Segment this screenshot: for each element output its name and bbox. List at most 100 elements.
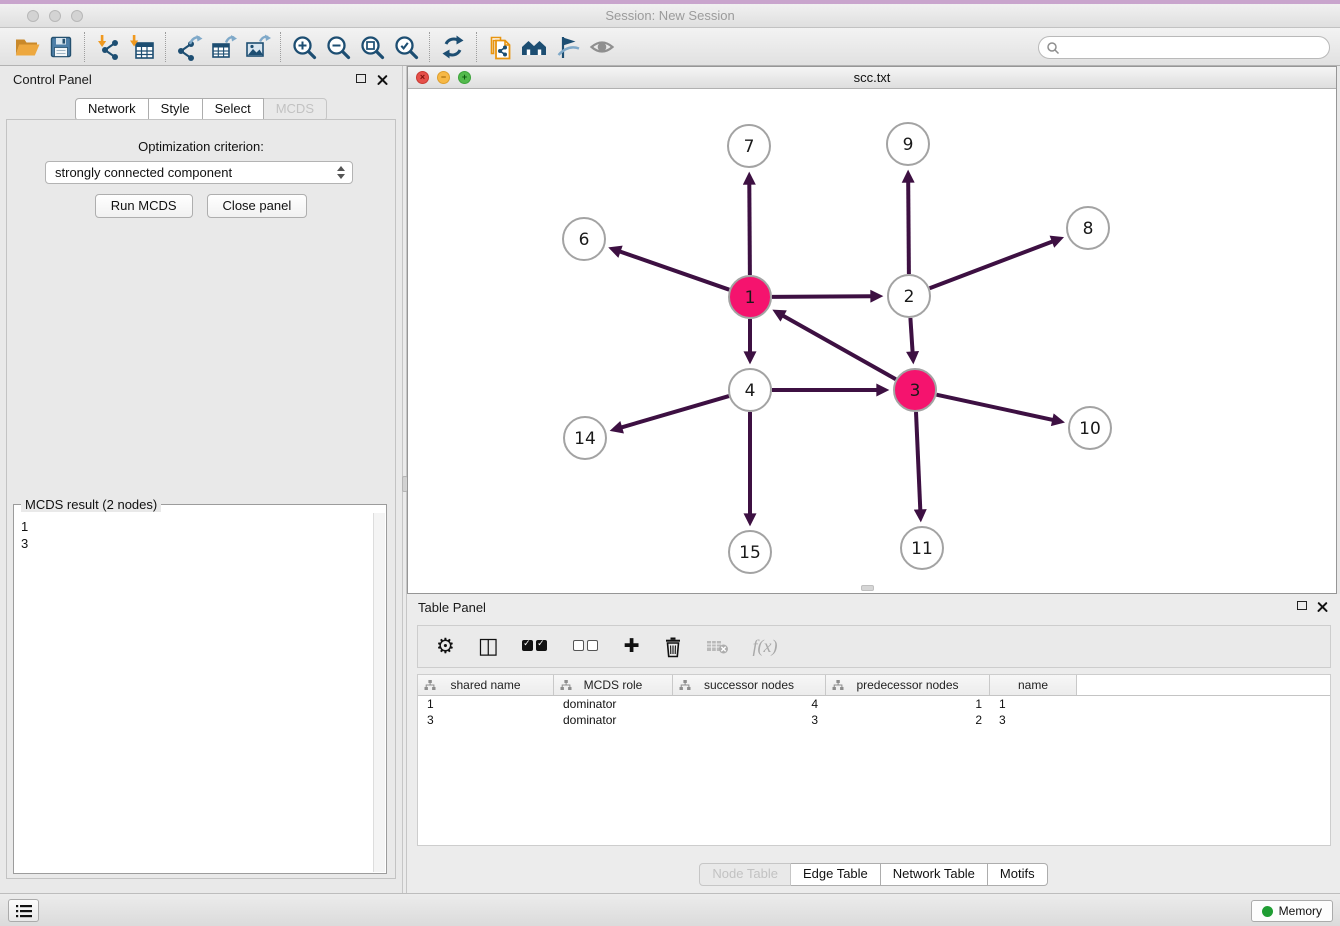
first-neighbors-button[interactable] bbox=[517, 31, 551, 63]
tab-select[interactable]: Select bbox=[203, 98, 264, 121]
import-table-button[interactable] bbox=[125, 31, 159, 63]
zoom-selected-icon bbox=[392, 33, 420, 61]
show-graphics-button[interactable] bbox=[585, 31, 619, 63]
result-scrollbar[interactable] bbox=[373, 513, 385, 872]
export-image-button[interactable] bbox=[240, 31, 274, 63]
open-session-button[interactable] bbox=[10, 31, 44, 63]
unselect-all-columns-button[interactable] bbox=[573, 638, 601, 656]
svg-text:15: 15 bbox=[739, 543, 761, 563]
control-panel-title: Control Panel bbox=[13, 72, 92, 87]
edge-2-3[interactable] bbox=[910, 318, 912, 352]
close-table-panel-icon[interactable] bbox=[1317, 601, 1328, 612]
column-header-name[interactable]: name bbox=[990, 675, 1077, 695]
table-panel: Table Panel ⚙ ◫ ✚ bbox=[407, 594, 1340, 893]
edge-1-7[interactable] bbox=[749, 184, 750, 275]
show-columns-button[interactable]: ◫ bbox=[478, 636, 499, 658]
network-document-icon bbox=[486, 33, 514, 61]
save-icon bbox=[47, 33, 75, 61]
zoom-in-icon bbox=[290, 33, 318, 61]
hide-graphics-button[interactable] bbox=[551, 31, 585, 63]
search-input[interactable] bbox=[1064, 41, 1314, 55]
mcds-buttons: Run MCDS Close panel bbox=[7, 194, 395, 218]
export-table-icon bbox=[209, 33, 237, 61]
main-titlebar: Session: New Session bbox=[0, 4, 1340, 28]
column-header-mcds-role[interactable]: MCDS role bbox=[554, 675, 673, 695]
unchecked-boxes-icon bbox=[573, 638, 601, 656]
column-header-predecessor-nodes[interactable]: predecessor nodes bbox=[826, 675, 990, 695]
search-field[interactable] bbox=[1038, 36, 1330, 59]
float-panel-icon[interactable] bbox=[356, 74, 366, 83]
tab-node-table[interactable]: Node Table bbox=[699, 863, 791, 886]
search-icon bbox=[1046, 41, 1060, 55]
table-row[interactable]: 1dominator411 bbox=[418, 696, 1330, 712]
edge-1-6[interactable] bbox=[620, 252, 729, 290]
edge-3-11[interactable] bbox=[916, 412, 920, 510]
tab-network[interactable]: Network bbox=[75, 98, 149, 121]
table-cell: 3 bbox=[673, 712, 826, 728]
graph-node-14[interactable]: 14 bbox=[564, 417, 606, 459]
close-panel-icon[interactable] bbox=[377, 74, 388, 85]
graph-node-9[interactable]: 9 bbox=[887, 123, 929, 165]
graph-node-11[interactable]: 11 bbox=[901, 527, 943, 569]
list-icon bbox=[13, 900, 35, 922]
edge-1-2[interactable] bbox=[772, 296, 871, 297]
edge-3-1[interactable] bbox=[783, 316, 896, 380]
table-tabs: Node TableEdge TableNetwork TableMotifs bbox=[407, 863, 1340, 886]
graph-node-4[interactable]: 4 bbox=[729, 369, 771, 411]
new-network-from-selection-button[interactable] bbox=[483, 31, 517, 63]
svg-text:1: 1 bbox=[745, 288, 756, 308]
graph-node-2[interactable]: 2 bbox=[888, 275, 930, 317]
column-header-successor-nodes[interactable]: successor nodes bbox=[673, 675, 826, 695]
task-history-button[interactable] bbox=[8, 899, 39, 922]
tab-motifs[interactable]: Motifs bbox=[988, 863, 1048, 886]
criterion-select[interactable]: strongly connected component bbox=[45, 161, 353, 184]
graph-node-6[interactable]: 6 bbox=[563, 218, 605, 260]
select-all-columns-button[interactable] bbox=[522, 638, 550, 656]
edge-3-10[interactable] bbox=[937, 395, 1053, 420]
sort-tree-icon bbox=[424, 680, 436, 691]
svg-text:14: 14 bbox=[574, 429, 596, 449]
edge-2-8[interactable] bbox=[930, 242, 1053, 289]
close-panel-button[interactable]: Close panel bbox=[207, 194, 308, 218]
delete-column-button[interactable] bbox=[663, 636, 683, 658]
graph-node-15[interactable]: 15 bbox=[729, 531, 771, 573]
memory-button[interactable]: Memory bbox=[1251, 900, 1333, 922]
network-window-title: scc.txt bbox=[408, 70, 1336, 85]
export-network-button[interactable] bbox=[172, 31, 206, 63]
graph-node-7[interactable]: 7 bbox=[728, 125, 770, 167]
import-network-icon bbox=[94, 33, 122, 61]
mcds-result-line: 3 bbox=[21, 535, 367, 552]
add-column-button[interactable]: ✚ bbox=[624, 637, 640, 656]
tab-network-table[interactable]: Network Table bbox=[881, 863, 988, 886]
zoom-selected-button[interactable] bbox=[389, 31, 423, 63]
fx-icon: f(x) bbox=[753, 636, 778, 657]
table-row[interactable]: 3dominator323 bbox=[418, 712, 1330, 728]
apply-layout-button[interactable] bbox=[436, 31, 470, 63]
graph-node-3[interactable]: 3 bbox=[894, 369, 936, 411]
tab-mcds[interactable]: MCDS bbox=[264, 98, 327, 121]
edge-4-14[interactable] bbox=[622, 396, 729, 427]
export-table-button[interactable] bbox=[206, 31, 240, 63]
tab-edge-table[interactable]: Edge Table bbox=[791, 863, 881, 886]
edge-2-9[interactable] bbox=[908, 182, 909, 274]
column-header-label: shared name bbox=[450, 678, 520, 692]
tab-style[interactable]: Style bbox=[149, 98, 203, 121]
function-builder-button[interactable]: f(x) bbox=[753, 636, 778, 657]
network-canvas[interactable]: 1 2 3 4 6 7 8 9 10 11 14 15 bbox=[408, 89, 1336, 593]
graph-node-8[interactable]: 8 bbox=[1067, 207, 1109, 249]
network-view-window: × − + scc.txt 1234678910111415 bbox=[407, 66, 1337, 594]
float-table-panel-icon[interactable] bbox=[1297, 601, 1307, 610]
zoom-in-button[interactable] bbox=[287, 31, 321, 63]
column-header-shared-name[interactable]: shared name bbox=[418, 675, 554, 695]
run-mcds-button[interactable]: Run MCDS bbox=[95, 194, 193, 218]
graph-node-10[interactable]: 10 bbox=[1069, 407, 1111, 449]
graph-node-1[interactable]: 1 bbox=[729, 276, 771, 318]
save-session-button[interactable] bbox=[44, 31, 78, 63]
zoom-out-button[interactable] bbox=[321, 31, 355, 63]
delete-table-button[interactable] bbox=[706, 638, 730, 656]
zoom-fit-button[interactable] bbox=[355, 31, 389, 63]
import-network-button[interactable] bbox=[91, 31, 125, 63]
network-resize-grip[interactable] bbox=[861, 585, 874, 591]
table-cell: 2 bbox=[826, 712, 990, 728]
table-settings-button[interactable]: ⚙ bbox=[436, 636, 455, 657]
